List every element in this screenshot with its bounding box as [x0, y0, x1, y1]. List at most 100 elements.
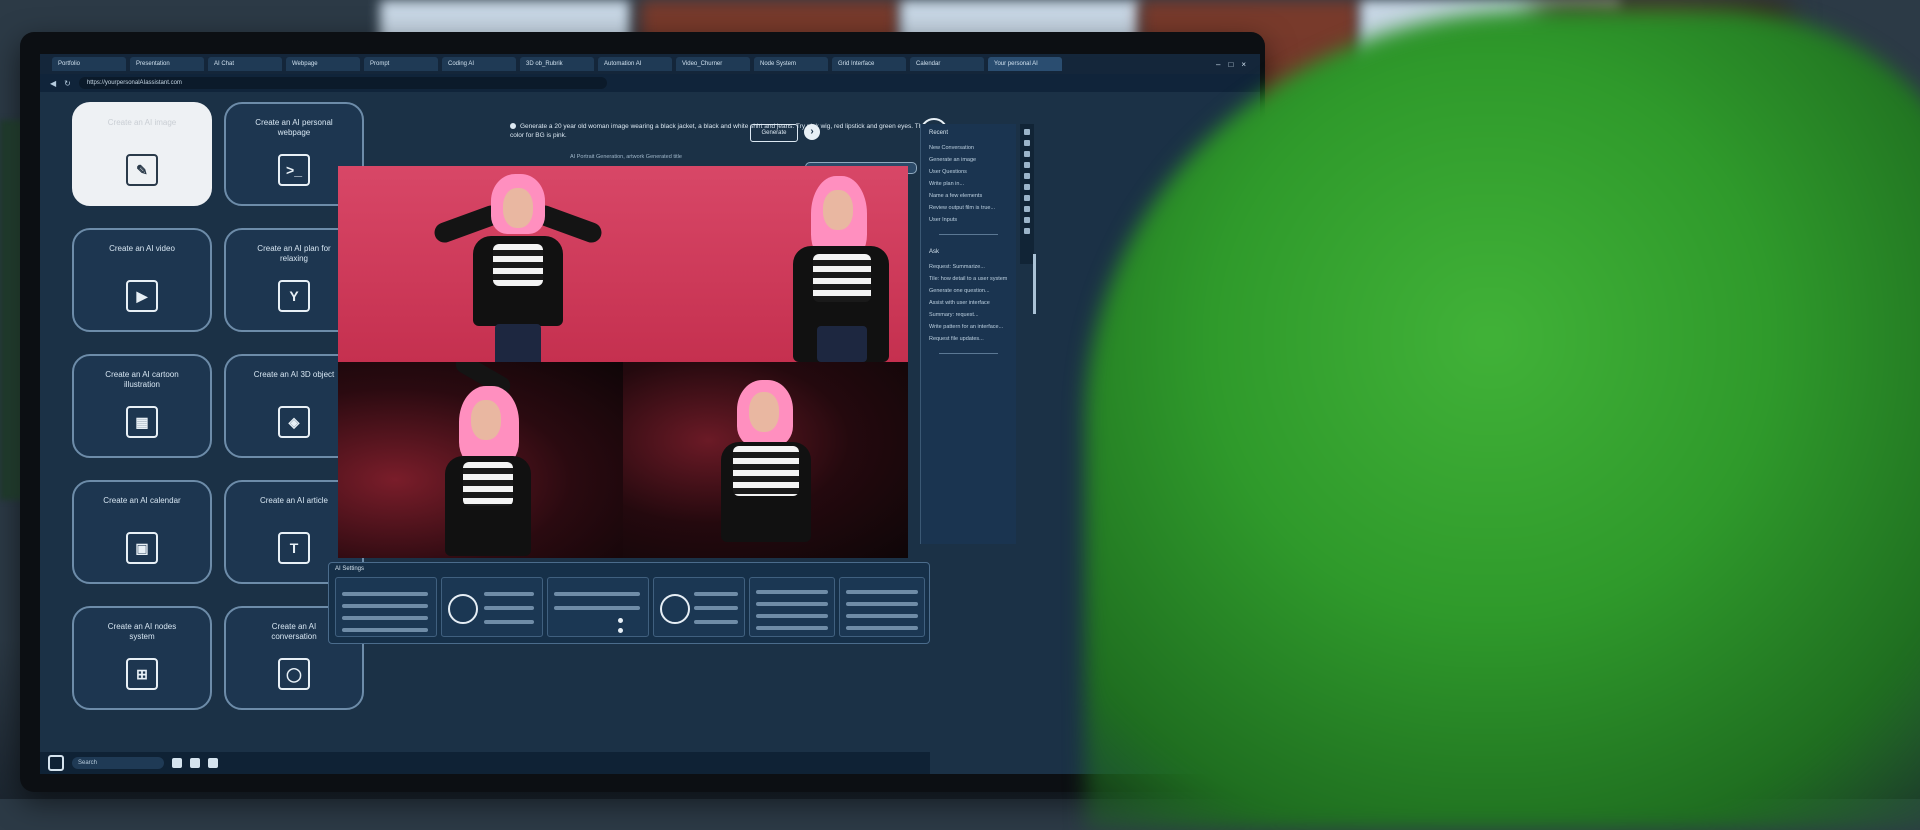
slider[interactable] — [694, 620, 738, 624]
striped-shirt — [733, 446, 799, 496]
create-tiles: Create an AI image ✎ Create an AI person… — [72, 102, 364, 710]
url-input[interactable]: https://yourpersonalAIassistant.com — [78, 77, 607, 89]
start-icon[interactable] — [48, 755, 64, 771]
send-arrow-icon[interactable]: › — [804, 124, 820, 140]
maximize-icon[interactable]: □ — [1228, 60, 1233, 69]
reload-icon[interactable]: ↻ — [64, 79, 71, 88]
tile-create-cartoon[interactable]: Create an AI cartoon illustration ▦ — [72, 354, 212, 458]
slider[interactable] — [484, 606, 534, 610]
slider[interactable] — [846, 614, 918, 618]
slider[interactable] — [756, 590, 828, 594]
toggle-row[interactable] — [554, 592, 640, 596]
history-item[interactable]: Request file updates... — [921, 333, 1016, 345]
tile-create-calendar[interactable]: Create an AI calendar ▣ — [72, 480, 212, 584]
scrollbar[interactable] — [1033, 254, 1036, 314]
app-icon[interactable] — [172, 758, 182, 768]
browser-tab[interactable]: Coding AI — [442, 57, 516, 71]
slider[interactable] — [846, 602, 918, 606]
browser-tab[interactable]: Video_Churner — [676, 57, 750, 71]
slider[interactable] — [342, 604, 428, 608]
browser-tab[interactable]: Webpage — [286, 57, 360, 71]
tool-icon[interactable] — [1024, 129, 1030, 135]
generated-image[interactable] — [623, 166, 908, 362]
brush-icon[interactable] — [448, 594, 478, 624]
search-filter-icon[interactable] — [660, 594, 690, 624]
slider[interactable] — [484, 592, 534, 596]
slider[interactable] — [756, 614, 828, 618]
history-item[interactable]: User Inputs — [921, 214, 1016, 226]
browser-tab[interactable]: Automation AI — [598, 57, 672, 71]
history-item[interactable]: Request: Summarize... — [921, 261, 1016, 273]
history-item[interactable]: Write pattern for an interface... — [921, 321, 1016, 333]
history-item[interactable]: Assist with user interface — [921, 297, 1016, 309]
minimize-icon[interactable]: – — [1216, 60, 1220, 69]
history-item[interactable]: User Questions — [921, 166, 1016, 178]
generated-image[interactable] — [338, 166, 623, 362]
tool-icon[interactable] — [1024, 162, 1030, 168]
window-controls: – □ × — [1216, 60, 1260, 69]
history-item[interactable]: Review output film is true... — [921, 202, 1016, 214]
generate-button[interactable]: Generate — [750, 124, 798, 142]
taskbar-search-input[interactable]: Search — [72, 757, 164, 769]
tile-create-nodes-system[interactable]: Create an AI nodes system ⊞ — [72, 606, 212, 710]
tile-create-video[interactable]: Create an AI video ▶ — [72, 228, 212, 332]
terminal-icon: >_ — [278, 154, 310, 186]
prompt-text[interactable]: Generate a 20 year old woman image weari… — [510, 122, 930, 152]
ai-settings-panel: AI Settings — [328, 562, 930, 644]
tool-icon[interactable] — [1024, 206, 1030, 212]
woman-figure — [431, 174, 605, 362]
generated-image[interactable] — [623, 362, 908, 558]
slider[interactable] — [484, 620, 534, 624]
browser-tab-active[interactable]: Your personal AI — [988, 57, 1062, 71]
browser-tab[interactable]: Grid Interface — [832, 57, 906, 71]
browser-tab[interactable]: AI Chat — [208, 57, 282, 71]
cube-icon: ◈ — [278, 406, 310, 438]
tile-label: Create an AI article — [259, 496, 329, 505]
back-icon[interactable]: ◀ — [50, 79, 56, 88]
toggle-knob[interactable] — [618, 618, 623, 623]
history-item[interactable]: Tile: how detail to a user system — [921, 273, 1016, 285]
history-item[interactable]: Summary: request... — [921, 309, 1016, 321]
generated-image[interactable] — [338, 362, 623, 558]
history-item[interactable]: Generate an image — [921, 154, 1016, 166]
history-item[interactable]: Write plan in... — [921, 178, 1016, 190]
slider[interactable] — [694, 592, 738, 596]
history-item[interactable]: New Conversation — [921, 142, 1016, 154]
browser-tab[interactable]: Portfolio — [52, 57, 126, 71]
toggle-knob[interactable] — [618, 628, 623, 633]
browser-tab[interactable]: 3D ob_Rubrik — [520, 57, 594, 71]
tool-icon[interactable] — [1024, 173, 1030, 179]
tool-icon[interactable] — [1024, 195, 1030, 201]
browser-tab[interactable]: Prompt — [364, 57, 438, 71]
tool-icon[interactable] — [1024, 217, 1030, 223]
tool-icon[interactable] — [1024, 228, 1030, 234]
prompt-value: Generate a 20 year old woman image weari… — [510, 123, 926, 139]
tile-create-image[interactable]: Create an AI image ✎ — [72, 102, 212, 206]
tile-label: Create an AI calendar — [103, 496, 181, 505]
slider[interactable] — [846, 626, 918, 630]
slider[interactable] — [846, 590, 918, 594]
slider[interactable] — [342, 616, 428, 620]
divider — [939, 353, 998, 354]
settings-group — [441, 577, 543, 637]
slider[interactable] — [756, 602, 828, 606]
history-item[interactable]: Name a few elements — [921, 190, 1016, 202]
browser-tab[interactable]: Calendar — [910, 57, 984, 71]
panel-heading: Recent — [929, 130, 949, 136]
tool-icon[interactable] — [1024, 151, 1030, 157]
image-caption: AI Portrait Generation, artwork Generate… — [570, 154, 682, 160]
slider[interactable] — [694, 606, 738, 610]
close-icon[interactable]: × — [1241, 60, 1246, 69]
history-item[interactable]: Generate one question... — [921, 285, 1016, 297]
globe-icon[interactable] — [208, 758, 218, 768]
folder-icon[interactable] — [190, 758, 200, 768]
browser-tab[interactable]: Presentation — [130, 57, 204, 71]
settings-group — [335, 577, 437, 637]
tool-icon[interactable] — [1024, 140, 1030, 146]
browser-tab[interactable]: Node System — [754, 57, 828, 71]
tool-icon[interactable] — [1024, 184, 1030, 190]
slider[interactable] — [756, 626, 828, 630]
slider[interactable] — [342, 592, 428, 596]
toggle-row[interactable] — [554, 606, 640, 610]
slider[interactable] — [342, 628, 428, 632]
